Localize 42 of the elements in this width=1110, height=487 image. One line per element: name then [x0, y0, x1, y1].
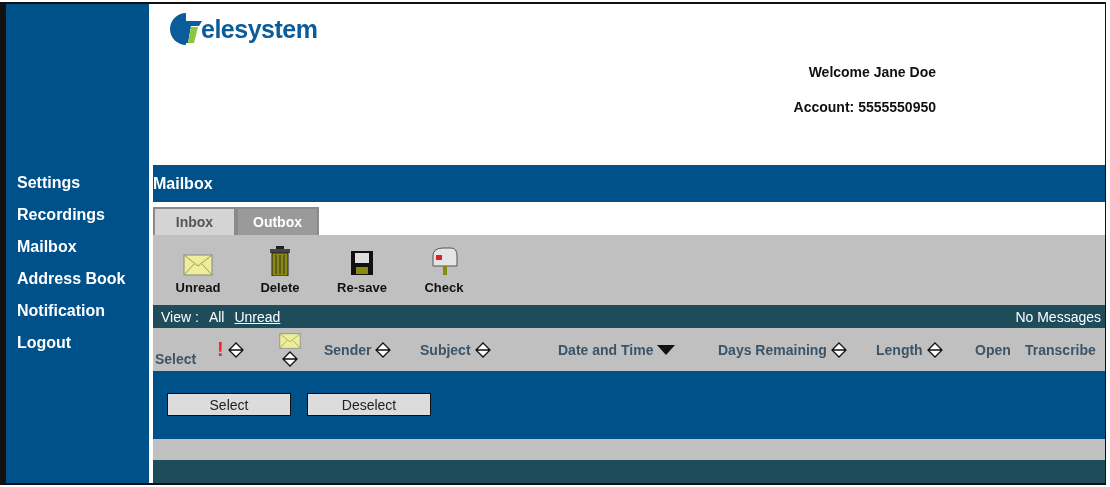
- view-filter-link[interactable]: All: [208, 308, 225, 325]
- status-text: No Messages: [1015, 308, 1101, 325]
- logo-icon: [169, 12, 203, 46]
- toolbar-button[interactable]: Check: [403, 246, 485, 295]
- sidebar-link[interactable]: Address Book: [17, 268, 149, 289]
- trash-can-icon: [269, 246, 291, 276]
- sort-descending-icon[interactable]: [657, 344, 676, 355]
- sort-icon[interactable]: [375, 341, 392, 358]
- column-header: Transcribe: [1025, 341, 1096, 358]
- column-header[interactable]: Date and Time: [558, 341, 654, 358]
- logo-text: elesystem: [201, 14, 318, 44]
- view-label: View :: [161, 308, 199, 325]
- column-header[interactable]: Length: [876, 341, 923, 358]
- sidebar-link[interactable]: Logout: [17, 332, 149, 353]
- sort-icon[interactable]: [227, 341, 244, 358]
- envelope-icon: [278, 332, 301, 349]
- view-filter-link[interactable]: Unread: [234, 308, 281, 325]
- column-header[interactable]: Subject: [420, 341, 471, 358]
- account-text: Account: 5555550950: [793, 99, 936, 115]
- column-header[interactable]: Days Remaining: [718, 341, 827, 358]
- select-button[interactable]: Deselect: [307, 393, 431, 416]
- sort-icon[interactable]: [926, 341, 943, 358]
- sidebar-link[interactable]: Notification: [17, 300, 149, 321]
- sidebar-link[interactable]: Settings: [17, 172, 149, 193]
- sort-icon[interactable]: [474, 341, 491, 358]
- section-title: Mailbox: [153, 174, 213, 193]
- sort-icon[interactable]: [281, 350, 298, 367]
- sidebar-link[interactable]: Recordings: [17, 204, 149, 225]
- welcome-text: Welcome Jane Doe: [808, 64, 936, 80]
- tab[interactable]: Inbox: [153, 207, 236, 235]
- envelope-icon: [183, 254, 213, 276]
- select-button[interactable]: Select: [167, 393, 291, 416]
- priority-mark: !: [217, 338, 224, 361]
- toolbar-button[interactable]: Re-save: [321, 250, 403, 295]
- mailbox-icon: [429, 246, 459, 276]
- toolbar-button[interactable]: Unread: [157, 254, 239, 295]
- sidebar-link[interactable]: Mailbox: [17, 236, 149, 257]
- toolbar-button[interactable]: Delete: [239, 246, 321, 295]
- sort-icon[interactable]: [830, 341, 847, 358]
- column-header: Select: [155, 351, 197, 367]
- column-header[interactable]: Sender: [324, 341, 372, 358]
- column-header: Open: [975, 341, 1011, 358]
